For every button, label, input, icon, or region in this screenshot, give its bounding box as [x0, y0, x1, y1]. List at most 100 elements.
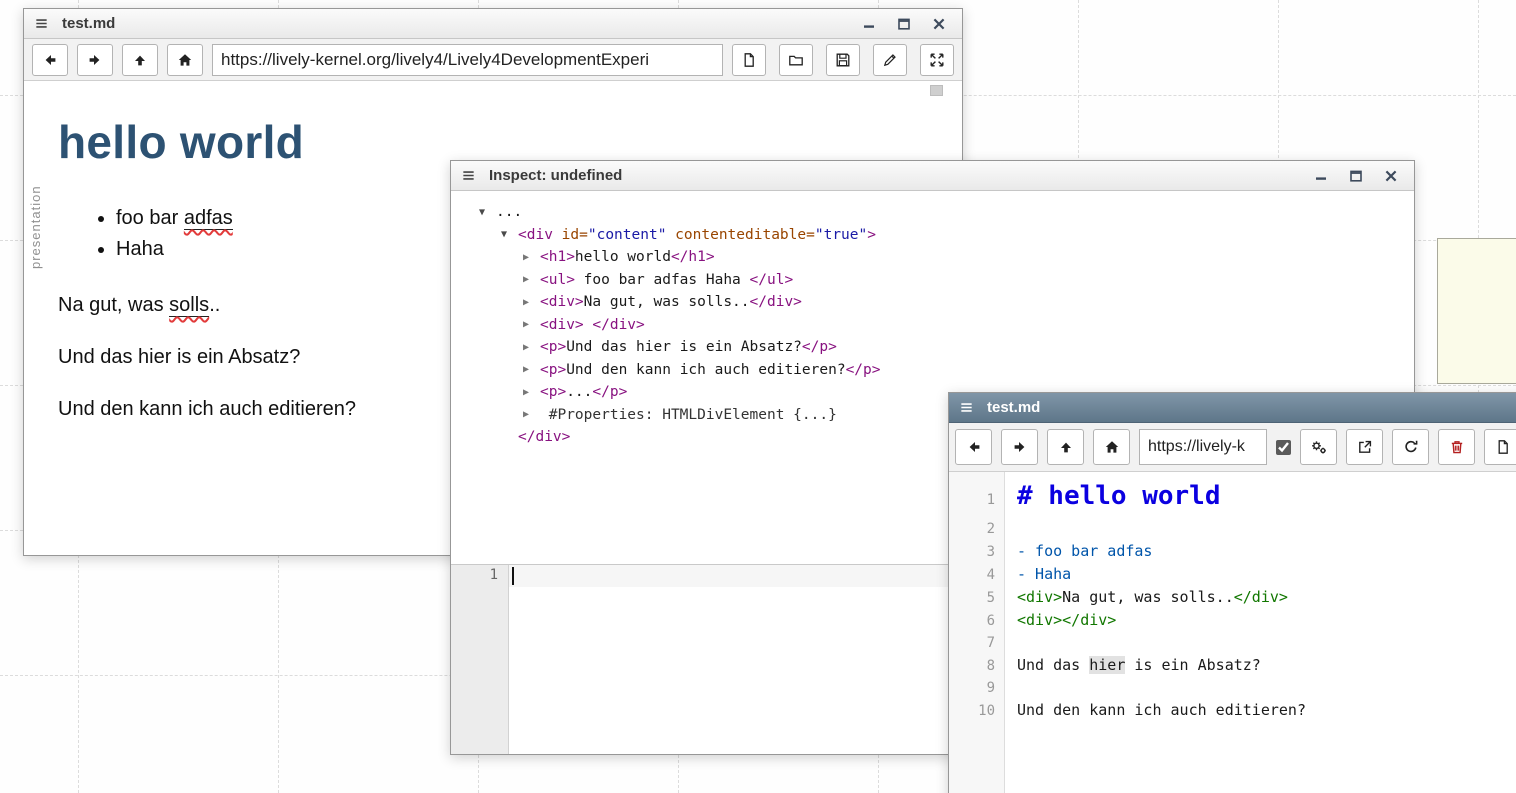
url-input[interactable] — [1139, 429, 1267, 465]
expanded-arrow-icon[interactable]: ▼ — [479, 202, 496, 224]
expanded-arrow-icon[interactable]: ▼ — [501, 224, 518, 246]
forward-icon — [1012, 439, 1028, 455]
collapsed-arrow-icon[interactable]: ▶ — [523, 292, 540, 314]
collapsed-arrow-icon[interactable]: ▶ — [523, 404, 540, 426]
editor-line[interactable]: 4- Haha — [949, 563, 1516, 586]
up-icon — [1058, 439, 1074, 455]
minimize-button[interactable] — [1308, 165, 1334, 187]
desktop: test.md presentation hello world foo bar… — [0, 0, 1516, 793]
refresh-button[interactable] — [1392, 429, 1429, 465]
up-button[interactable] — [1047, 429, 1084, 465]
editor-line[interactable]: 10Und den kann ich auch editieren? — [949, 699, 1516, 722]
collapsed-arrow-icon[interactable]: ▶ — [523, 382, 540, 404]
line-content: <div>Na gut, was solls..</div> — [1005, 586, 1288, 608]
home-button[interactable] — [1093, 429, 1130, 465]
collapsed-arrow-icon[interactable]: ▶ — [523, 269, 540, 291]
line-content: - foo bar adfas — [1005, 540, 1152, 562]
dom-tree-node[interactable]: ▼<div id="content" contenteditable="true… — [451, 224, 1414, 247]
window-menu-icon[interactable] — [461, 168, 476, 183]
dom-tree-node[interactable]: ▶<div> </div> — [451, 314, 1414, 337]
dom-tree-node[interactable]: ▶<p>Und den kann ich auch editieren?</p> — [451, 359, 1414, 382]
window-title: test.md — [987, 399, 1040, 416]
settings-button[interactable] — [1300, 429, 1337, 465]
maximize-button[interactable] — [1343, 165, 1369, 187]
editor-line[interactable]: 9 — [949, 677, 1516, 699]
maximize-button[interactable] — [891, 13, 917, 35]
expand-button[interactable] — [920, 44, 954, 76]
new-file-button[interactable] — [1484, 429, 1516, 465]
editor-line[interactable]: 2 — [949, 518, 1516, 540]
dom-tree-node[interactable]: ▼... — [451, 201, 1414, 224]
collapsed-arrow-icon[interactable]: ▶ — [523, 314, 540, 336]
folder-button[interactable] — [779, 44, 813, 76]
titlebar[interactable]: test.md — [24, 9, 962, 39]
forward-button[interactable] — [1001, 429, 1038, 465]
line-number: 3 — [949, 541, 1005, 563]
back-icon — [42, 52, 58, 68]
line-number: 7 — [949, 632, 1005, 654]
maximize-icon — [1348, 168, 1364, 184]
line-number: 10 — [949, 700, 1005, 722]
window-menu-icon[interactable] — [34, 16, 49, 31]
line-content: <div></div> — [1005, 609, 1116, 631]
minimize-button[interactable] — [856, 13, 882, 35]
url-input[interactable] — [212, 44, 723, 76]
window-markdown-editor: test.md 1# hello world23- foo bar adfas4… — [948, 392, 1516, 793]
minimize-icon — [1313, 168, 1329, 184]
close-button[interactable] — [1378, 165, 1404, 187]
home-button[interactable] — [167, 44, 203, 76]
settings-icon — [1310, 439, 1327, 455]
editor-line[interactable]: 6<div></div> — [949, 609, 1516, 632]
line-number: 9 — [949, 677, 1005, 699]
dom-tree-node[interactable]: ▶<h1>hello world</h1> — [451, 246, 1414, 269]
misspelled-word: adfas — [184, 207, 233, 230]
back-icon — [966, 439, 982, 455]
line-number: 8 — [949, 655, 1005, 677]
close-button[interactable] — [926, 13, 952, 35]
options-checkbox[interactable] — [1276, 440, 1291, 455]
browser-toolbar — [24, 39, 962, 81]
scrollbar-thumb[interactable] — [930, 85, 943, 96]
titlebar[interactable]: Inspect: undefined — [451, 161, 1414, 191]
editor-line[interactable]: 8Und das hier is ein Absatz? — [949, 654, 1516, 677]
titlebar[interactable]: test.md — [949, 393, 1516, 423]
external-button[interactable] — [1346, 429, 1383, 465]
line-number: 1 — [451, 565, 509, 754]
back-button[interactable] — [32, 44, 68, 76]
line-number: 6 — [949, 610, 1005, 632]
up-button[interactable] — [122, 44, 158, 76]
dom-tree-node[interactable]: ▶<p>Und das hier is ein Absatz?</p> — [451, 336, 1414, 359]
maximize-icon — [896, 16, 912, 32]
background-window-fragment — [1437, 238, 1516, 384]
up-icon — [132, 52, 148, 68]
save-icon — [835, 52, 851, 68]
forward-button[interactable] — [77, 44, 113, 76]
collapsed-arrow-icon[interactable]: ▶ — [523, 247, 540, 269]
editor-line[interactable]: 3- foo bar adfas — [949, 540, 1516, 563]
line-number: 5 — [949, 587, 1005, 609]
editor-line[interactable]: 1# hello world — [949, 478, 1516, 518]
window-title: Inspect: undefined — [489, 167, 622, 184]
misspelled-word: solls — [169, 294, 209, 317]
dom-tree-node[interactable]: ▶<div>Na gut, was solls..</div> — [451, 291, 1414, 314]
home-icon — [1104, 439, 1120, 455]
trash-button[interactable] — [1438, 429, 1475, 465]
text-cursor — [512, 567, 514, 585]
window-menu-icon[interactable] — [959, 400, 974, 415]
editor-line[interactable]: 7 — [949, 632, 1516, 654]
external-icon — [1357, 439, 1373, 455]
back-button[interactable] — [955, 429, 992, 465]
save-button[interactable] — [826, 44, 860, 76]
new-file-icon — [741, 52, 757, 68]
dom-tree-node[interactable]: ▶<ul> foo bar adfas Haha </ul> — [451, 269, 1414, 292]
collapsed-arrow-icon[interactable]: ▶ — [523, 359, 540, 381]
collapsed-arrow-icon[interactable]: ▶ — [523, 337, 540, 359]
new-file-button[interactable] — [732, 44, 766, 76]
code-editor[interactable]: 1# hello world23- foo bar adfas4- Haha5<… — [949, 472, 1516, 793]
line-number: 4 — [949, 564, 1005, 586]
line-number: 2 — [949, 518, 1005, 540]
edit-button[interactable] — [873, 44, 907, 76]
new-file-icon — [1495, 439, 1511, 455]
editor-line[interactable]: 5<div>Na gut, was solls..</div> — [949, 586, 1516, 609]
expand-icon — [929, 52, 945, 68]
